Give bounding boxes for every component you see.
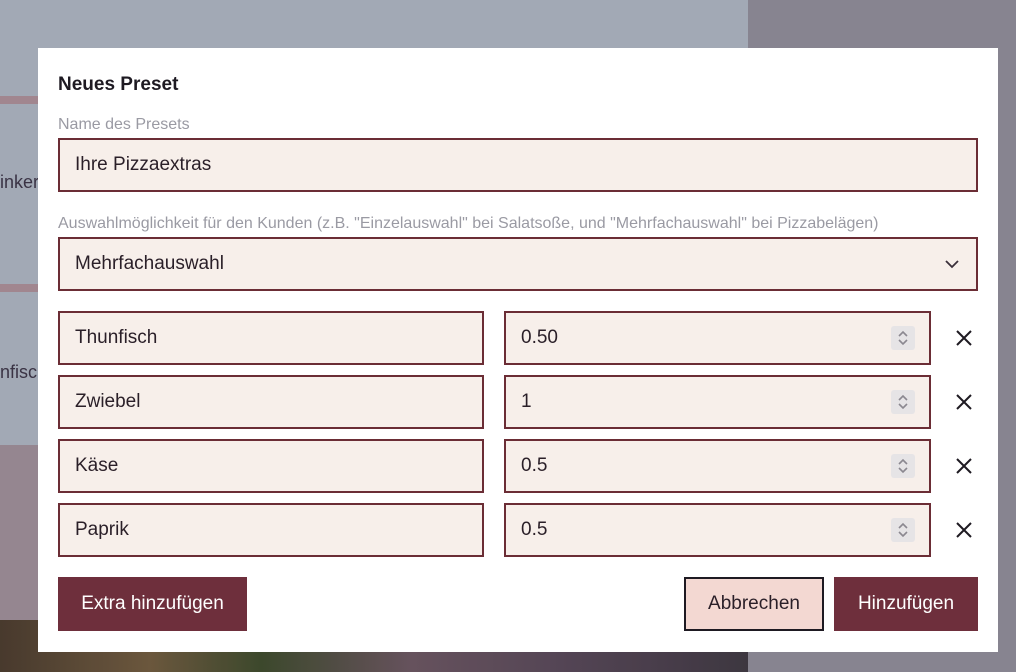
extra-price-input[interactable]: 0.5 bbox=[504, 503, 931, 557]
preset-name-input[interactable]: Ihre Pizzaextras bbox=[58, 138, 978, 192]
add-extra-button[interactable]: Extra hinzufügen bbox=[58, 577, 247, 631]
cancel-button[interactable]: Abbrechen bbox=[684, 577, 824, 631]
extra-price-value: 0.50 bbox=[521, 327, 558, 348]
close-icon[interactable] bbox=[952, 326, 976, 350]
extra-name-value: Thunfisch bbox=[75, 327, 158, 348]
close-icon[interactable] bbox=[952, 454, 976, 478]
extra-name-value: Zwiebel bbox=[75, 391, 141, 412]
selection-mode-label: Auswahlmöglichkeit für den Kunden (z.B. … bbox=[58, 215, 879, 232]
extra-name-input[interactable]: Paprik bbox=[58, 503, 484, 557]
spinner-arrows-icon[interactable] bbox=[891, 390, 915, 414]
extra-name-value: Käse bbox=[75, 455, 119, 476]
dialog-title: Neues Preset bbox=[58, 74, 179, 95]
close-icon[interactable] bbox=[952, 518, 976, 542]
extra-price-input[interactable]: 1 bbox=[504, 375, 931, 429]
preset-name-label: Name des Presets bbox=[58, 116, 190, 133]
submit-button[interactable]: Hinzufügen bbox=[834, 577, 978, 631]
extra-price-input[interactable]: 0.5 bbox=[504, 439, 931, 493]
extra-price-value: 1 bbox=[521, 391, 532, 412]
extra-name-input[interactable]: Thunfisch bbox=[58, 311, 484, 365]
extra-price-input[interactable]: 0.50 bbox=[504, 311, 931, 365]
spinner-arrows-icon[interactable] bbox=[891, 326, 915, 350]
chevron-down-icon bbox=[945, 260, 959, 269]
spinner-arrows-icon[interactable] bbox=[891, 518, 915, 542]
extra-price-value: 0.5 bbox=[521, 519, 548, 540]
preset-name-value: Ihre Pizzaextras bbox=[75, 154, 212, 175]
selection-mode-select[interactable]: Mehrfachauswahl bbox=[58, 237, 978, 291]
extra-price-value: 0.5 bbox=[521, 455, 548, 476]
selection-mode-value: Mehrfachauswahl bbox=[75, 253, 224, 274]
close-icon[interactable] bbox=[952, 390, 976, 414]
spinner-arrows-icon[interactable] bbox=[891, 454, 915, 478]
extra-name-input[interactable]: Käse bbox=[58, 439, 484, 493]
extra-name-input[interactable]: Zwiebel bbox=[58, 375, 484, 429]
extra-name-value: Paprik bbox=[75, 519, 129, 540]
new-preset-dialog: Neues Preset Name des Presets Ihre Pizza… bbox=[38, 48, 998, 652]
